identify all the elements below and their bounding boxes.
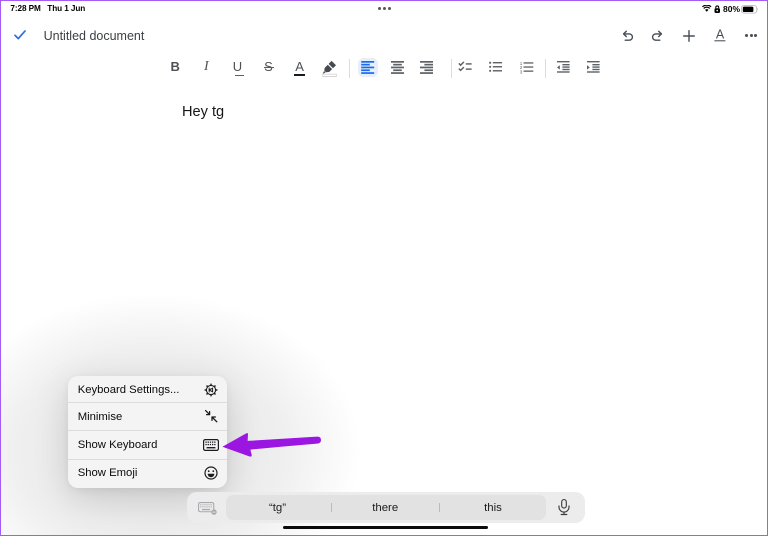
svg-text:A: A <box>716 29 725 42</box>
svg-text:3: 3 <box>519 69 522 74</box>
